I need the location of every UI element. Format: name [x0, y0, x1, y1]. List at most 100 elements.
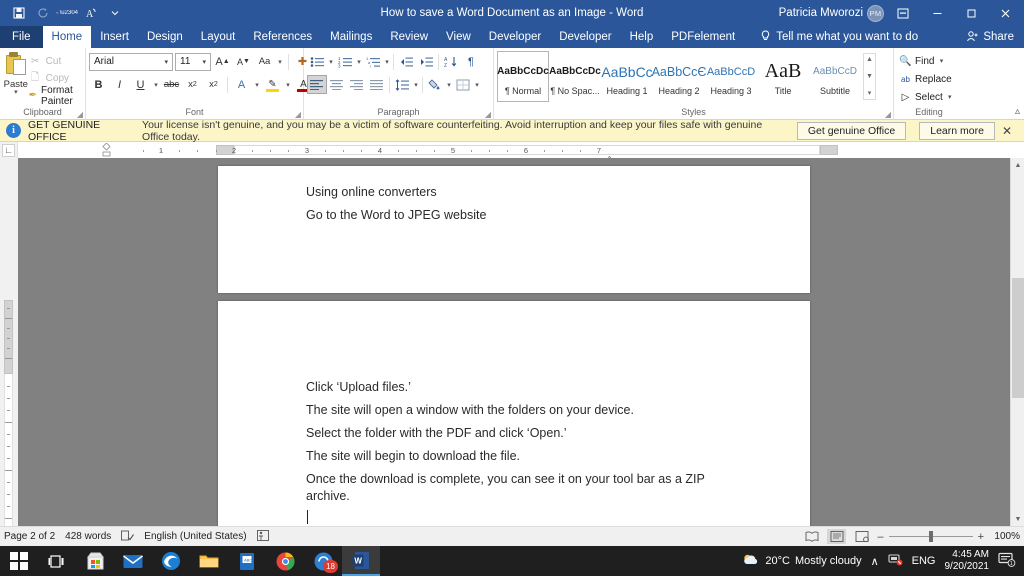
store-blue-icon[interactable]: ABC [228, 546, 266, 576]
strikethrough-icon[interactable]: abc [162, 75, 181, 94]
horizontal-ruler[interactable]: 1 2 3 4 5 6 7 [18, 142, 1024, 158]
tab-help[interactable]: Help [621, 26, 663, 48]
show-hidden-icons-chevron-icon[interactable]: ∧ [871, 555, 879, 568]
bullets-icon[interactable] [307, 52, 327, 71]
task-view-button[interactable] [38, 546, 76, 576]
numbering-icon[interactable]: 123 [335, 52, 355, 71]
web-layout-icon[interactable] [852, 529, 871, 544]
tab-developer-2[interactable]: Developer [550, 26, 620, 48]
learn-more-button[interactable]: Learn more [919, 122, 995, 140]
change-case-icon[interactable]: Aa [255, 52, 274, 71]
tab-pdfelement[interactable]: PDFelement [662, 26, 744, 48]
tab-home[interactable]: Home [43, 26, 92, 48]
tab-view[interactable]: View [437, 26, 480, 48]
align-center-icon[interactable] [327, 75, 347, 94]
select-button[interactable]: ▷ Select ▾ [897, 89, 954, 105]
style-heading-3[interactable]: AaBbCcD Heading 3 [705, 51, 757, 102]
share-button[interactable]: Share [956, 26, 1024, 48]
paste-button[interactable]: Paste ▾ [3, 50, 29, 96]
minimize-button[interactable] [922, 0, 952, 26]
chevron-down-icon[interactable]: ▾ [162, 58, 170, 66]
collapse-ribbon-icon[interactable]: ▵ [1015, 106, 1020, 117]
start-button[interactable] [0, 546, 38, 576]
style-heading-1[interactable]: AaBbCс Heading 1 [601, 51, 653, 102]
zoom-slider-control[interactable]: – + [877, 531, 984, 543]
repeat-icon[interactable]: A [80, 2, 102, 24]
undo-icon[interactable]: \u2304 [56, 2, 78, 24]
weather-widget[interactable]: 20°C Mostly cloudy [742, 553, 861, 570]
styles-more-icon[interactable]: ▾ [868, 89, 872, 98]
vertical-scrollbar[interactable]: ▲ ▼ [1010, 158, 1024, 526]
line-spacing-caret-icon[interactable]: ▾ [412, 81, 420, 89]
language-indicator[interactable]: ENG [912, 555, 936, 567]
cut-button[interactable]: ✂ Cut [29, 54, 82, 69]
chevron-down-icon[interactable]: ▾ [200, 58, 208, 66]
tab-references[interactable]: References [244, 26, 321, 48]
vertical-ruler[interactable] [0, 158, 18, 526]
font-size-combo[interactable]: 11 ▾ [175, 53, 211, 71]
tell-me-box[interactable]: Tell me what you want to do [752, 26, 926, 48]
zoom-slider-track[interactable] [889, 536, 973, 537]
scroll-down-icon[interactable]: ▼ [866, 72, 873, 81]
get-genuine-office-button[interactable]: Get genuine Office [797, 122, 906, 140]
edge-icon[interactable] [152, 546, 190, 576]
style-normal[interactable]: AaBbCcDc ¶ Normal [497, 51, 549, 102]
zoom-level-label[interactable]: 100% [990, 531, 1020, 542]
numbering-caret-icon[interactable]: ▾ [355, 58, 363, 66]
tab-mailings[interactable]: Mailings [321, 26, 381, 48]
page-2-content[interactable]: Click ‘Upload files.’ The site will open… [218, 301, 810, 524]
scroll-down-icon[interactable]: ▼ [1011, 512, 1024, 526]
style-no-spacing[interactable]: AaBbCcDc ¶ No Spac... [549, 51, 601, 102]
style-heading-2[interactable]: AaBbCcЄ Heading 2 [653, 51, 705, 102]
sort-icon[interactable]: AZ [441, 52, 461, 71]
format-painter-button[interactable]: ✒ Format Painter [29, 88, 82, 103]
find-caret-icon[interactable]: ▾ [937, 57, 945, 65]
tab-developer-1[interactable]: Developer [480, 26, 550, 48]
bold-icon[interactable]: B [89, 75, 108, 94]
paragraph-dialog-launcher[interactable]: ◢ [485, 110, 491, 119]
grow-font-icon[interactable]: A▲ [213, 52, 232, 71]
font-name-combo[interactable]: Arial ▾ [89, 53, 173, 71]
scroll-up-icon[interactable]: ▲ [1011, 158, 1024, 172]
find-button[interactable]: 🔍 Find ▾ [897, 53, 945, 69]
text-effects-caret-icon[interactable]: ▾ [253, 81, 261, 89]
language-indicator[interactable]: English (United States) [144, 531, 246, 542]
close-button[interactable] [990, 0, 1020, 26]
paste-dropdown-caret-icon[interactable]: ▾ [14, 90, 18, 96]
scroll-up-icon[interactable]: ▲ [866, 55, 873, 64]
text-effects-icon[interactable]: A [232, 75, 251, 94]
notification-center-icon[interactable]: 1 [998, 552, 1016, 570]
select-caret-icon[interactable]: ▾ [946, 93, 954, 101]
show-formatting-marks-icon[interactable]: ¶ [461, 52, 481, 71]
decrease-indent-icon[interactable] [396, 52, 416, 71]
tab-design[interactable]: Design [138, 26, 192, 48]
clipboard-dialog-launcher[interactable]: ◢ [77, 110, 83, 119]
pages-scroll-region[interactable]: Using online converters Go to the Word t… [18, 158, 1024, 526]
chrome-icon[interactable] [266, 546, 304, 576]
underline-caret-icon[interactable]: ▾ [152, 81, 160, 89]
read-mode-icon[interactable] [802, 529, 821, 544]
line-spacing-icon[interactable] [392, 75, 412, 94]
multilevel-list-caret-icon[interactable]: ▾ [383, 58, 391, 66]
avatar[interactable]: PM [867, 5, 884, 22]
multilevel-list-icon[interactable]: 1ai [363, 52, 383, 71]
print-layout-icon[interactable] [827, 529, 846, 544]
style-subtitle[interactable]: AaBbCcD Subtitle [809, 51, 861, 102]
close-banner-icon[interactable]: ✕ [1002, 124, 1018, 138]
borders-caret-icon[interactable]: ▾ [473, 81, 481, 89]
word-count-indicator[interactable]: 428 words [65, 531, 111, 542]
tab-insert[interactable]: Insert [91, 26, 138, 48]
page-number-indicator[interactable]: Page 2 of 2 [4, 531, 55, 542]
autosave-icon[interactable] [32, 2, 54, 24]
styles-dialog-launcher[interactable]: ◢ [885, 110, 891, 119]
increase-indent-icon[interactable] [416, 52, 436, 71]
accessibility-icon[interactable] [257, 530, 269, 544]
justify-icon[interactable] [367, 75, 387, 94]
save-icon[interactable] [8, 2, 30, 24]
document-page-1[interactable]: Using online converters Go to the Word t… [218, 166, 810, 293]
zoom-slider-thumb[interactable] [929, 531, 933, 542]
align-left-icon[interactable] [307, 75, 327, 94]
font-dialog-launcher[interactable]: ◢ [295, 110, 301, 119]
zoom-out-button[interactable]: – [877, 531, 883, 543]
customize-quick-access-toolbar-icon[interactable] [104, 2, 126, 24]
